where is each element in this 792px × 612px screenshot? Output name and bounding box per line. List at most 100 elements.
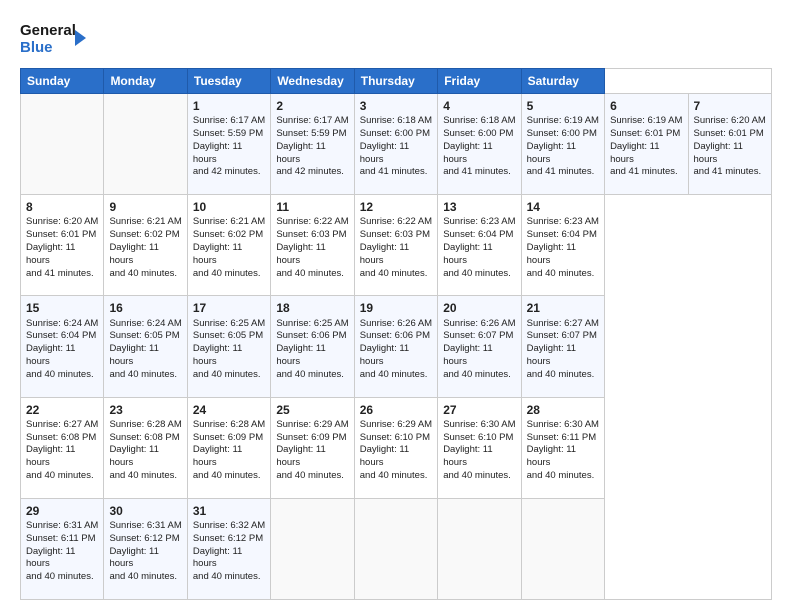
sunset-info: Sunset: 5:59 PM [193, 128, 263, 139]
sunrise-info: Sunrise: 6:18 AM [443, 115, 515, 126]
daylight-minutes: and 40 minutes. [276, 268, 344, 279]
sunrise-info: Sunrise: 6:23 AM [527, 216, 599, 227]
day-number: 8 [26, 199, 98, 215]
sunrise-info: Sunrise: 6:31 AM [109, 520, 181, 531]
day-number: 17 [193, 300, 265, 316]
sunset-info: Sunset: 6:08 PM [26, 432, 96, 443]
daylight-info: Daylight: 11 hours [443, 444, 492, 468]
day-number: 20 [443, 300, 515, 316]
sunset-info: Sunset: 6:05 PM [109, 330, 179, 341]
daylight-info: Daylight: 11 hours [193, 343, 242, 367]
sunrise-info: Sunrise: 6:21 AM [193, 216, 265, 227]
week-row-1: 1Sunrise: 6:17 AMSunset: 5:59 PMDaylight… [21, 94, 772, 195]
daylight-info: Daylight: 11 hours [276, 242, 325, 266]
daylight-info: Daylight: 11 hours [527, 242, 576, 266]
calendar-cell-day-27: 27Sunrise: 6:30 AMSunset: 6:10 PMDayligh… [438, 397, 521, 498]
sunset-info: Sunset: 6:04 PM [527, 229, 597, 240]
daylight-info: Daylight: 11 hours [109, 242, 158, 266]
daylight-minutes: and 42 minutes. [276, 166, 344, 177]
sunset-info: Sunset: 5:59 PM [276, 128, 346, 139]
calendar-cell-day-5: 5Sunrise: 6:19 AMSunset: 6:00 PMDaylight… [521, 94, 604, 195]
day-number: 18 [276, 300, 348, 316]
sunset-info: Sunset: 6:01 PM [26, 229, 96, 240]
sunset-info: Sunset: 6:10 PM [443, 432, 513, 443]
daylight-minutes: and 41 minutes. [443, 166, 511, 177]
sunset-info: Sunset: 6:07 PM [527, 330, 597, 341]
calendar-cell-day-17: 17Sunrise: 6:25 AMSunset: 6:05 PMDayligh… [187, 296, 270, 397]
daylight-minutes: and 40 minutes. [360, 369, 428, 380]
svg-text:Blue: Blue [20, 39, 53, 56]
calendar-cell-day-8: 8Sunrise: 6:20 AM Sunset: 6:01 PM Daylight… [21, 195, 104, 296]
daylight-info: Daylight: 11 hours [109, 444, 158, 468]
daylight-info: Daylight: 11 hours [527, 141, 576, 165]
daylight-minutes: and 40 minutes. [527, 268, 595, 279]
day-number: 6 [610, 98, 682, 114]
sunrise-info: Sunrise: 6:19 AM [527, 115, 599, 126]
daylight-info: Daylight: 11 hours [527, 343, 576, 367]
calendar-cell-day-24: 24Sunrise: 6:28 AMSunset: 6:09 PMDayligh… [187, 397, 270, 498]
calendar-cell-day-21: 21Sunrise: 6:27 AMSunset: 6:07 PMDayligh… [521, 296, 604, 397]
daylight-info: Daylight: 11 hours [193, 444, 242, 468]
sunset-info: Sunset: 6:02 PM [193, 229, 263, 240]
sunrise-info: Sunrise: 6:32 AM [193, 520, 265, 531]
sunrise-info: Sunrise: 6:23 AM [443, 216, 515, 227]
daylight-info: Daylight: 11 hours [26, 242, 75, 266]
sunrise-info: Sunrise: 6:28 AM [109, 419, 181, 430]
calendar-cell-day-16: 16Sunrise: 6:24 AMSunset: 6:05 PMDayligh… [104, 296, 187, 397]
header: GeneralBlue [20, 18, 772, 58]
sunset-info: Sunset: 6:08 PM [109, 432, 179, 443]
sunrise-info: Sunrise: 6:21 AM [109, 216, 181, 227]
day-number: 28 [527, 402, 599, 418]
daylight-info: Daylight: 11 hours [276, 141, 325, 165]
calendar-cell-day-25: 25Sunrise: 6:29 AMSunset: 6:09 PMDayligh… [271, 397, 354, 498]
sunset-info: Sunset: 6:01 PM [694, 128, 764, 139]
sunset-info: Sunset: 6:06 PM [276, 330, 346, 341]
daylight-minutes: and 40 minutes. [276, 470, 344, 481]
sunset-info: Sunset: 6:10 PM [360, 432, 430, 443]
sunset-info: Sunset: 6:12 PM [193, 533, 263, 544]
sunrise-info: Sunrise: 6:17 AM [276, 115, 348, 126]
sunrise-info: Sunrise: 6:22 AM [276, 216, 348, 227]
day-number: 7 [694, 98, 767, 114]
day-number: 19 [360, 300, 432, 316]
calendar-cell-day-23: 23Sunrise: 6:28 AMSunset: 6:08 PMDayligh… [104, 397, 187, 498]
sunrise-info: Sunrise: 6:24 AM [109, 318, 181, 329]
daylight-info: Daylight: 11 hours [109, 546, 158, 570]
sunset-info: Sunset: 6:03 PM [360, 229, 430, 240]
day-header-saturday: Saturday [521, 69, 604, 94]
daylight-info: Daylight: 11 hours [193, 546, 242, 570]
sunrise-info: Sunrise: 6:20 AM [26, 216, 98, 227]
calendar-cell-day-20: 20Sunrise: 6:26 AMSunset: 6:07 PMDayligh… [438, 296, 521, 397]
sunrise-info: Sunrise: 6:29 AM [360, 419, 432, 430]
daylight-info: Daylight: 11 hours [610, 141, 659, 165]
daylight-minutes: and 40 minutes. [26, 470, 94, 481]
calendar-table: SundayMondayTuesdayWednesdayThursdayFrid… [20, 68, 772, 600]
day-number: 13 [443, 199, 515, 215]
calendar-cell-day-6: 6Sunrise: 6:19 AMSunset: 6:01 PMDaylight… [605, 94, 688, 195]
daylight-minutes: and 40 minutes. [193, 571, 261, 582]
daylight-minutes: and 40 minutes. [443, 268, 511, 279]
daylight-minutes: and 40 minutes. [193, 470, 261, 481]
daylight-info: Daylight: 11 hours [360, 242, 409, 266]
daylight-minutes: and 40 minutes. [360, 268, 428, 279]
sunset-info: Sunset: 6:00 PM [527, 128, 597, 139]
daylight-info: Daylight: 11 hours [276, 343, 325, 367]
calendar-cell-day-31: 31Sunrise: 6:32 AMSunset: 6:12 PMDayligh… [187, 498, 270, 599]
day-header-tuesday: Tuesday [187, 69, 270, 94]
daylight-info: Daylight: 11 hours [276, 444, 325, 468]
day-number: 25 [276, 402, 348, 418]
sunset-info: Sunset: 6:11 PM [527, 432, 597, 443]
day-number: 16 [109, 300, 181, 316]
sunrise-info: Sunrise: 6:28 AM [193, 419, 265, 430]
sunrise-info: Sunrise: 6:18 AM [360, 115, 432, 126]
day-number: 24 [193, 402, 265, 418]
empty-cell [271, 498, 354, 599]
calendar-cell-day-13: 13Sunrise: 6:23 AMSunset: 6:04 PMDayligh… [438, 195, 521, 296]
day-number: 2 [276, 98, 348, 114]
day-number: 10 [193, 199, 265, 215]
calendar-cell-day-19: 19Sunrise: 6:26 AMSunset: 6:06 PMDayligh… [354, 296, 437, 397]
daylight-minutes: and 40 minutes. [193, 268, 261, 279]
sunset-info: Sunset: 6:09 PM [276, 432, 346, 443]
sunrise-info: Sunrise: 6:31 AM [26, 520, 98, 531]
daylight-info: Daylight: 11 hours [443, 242, 492, 266]
